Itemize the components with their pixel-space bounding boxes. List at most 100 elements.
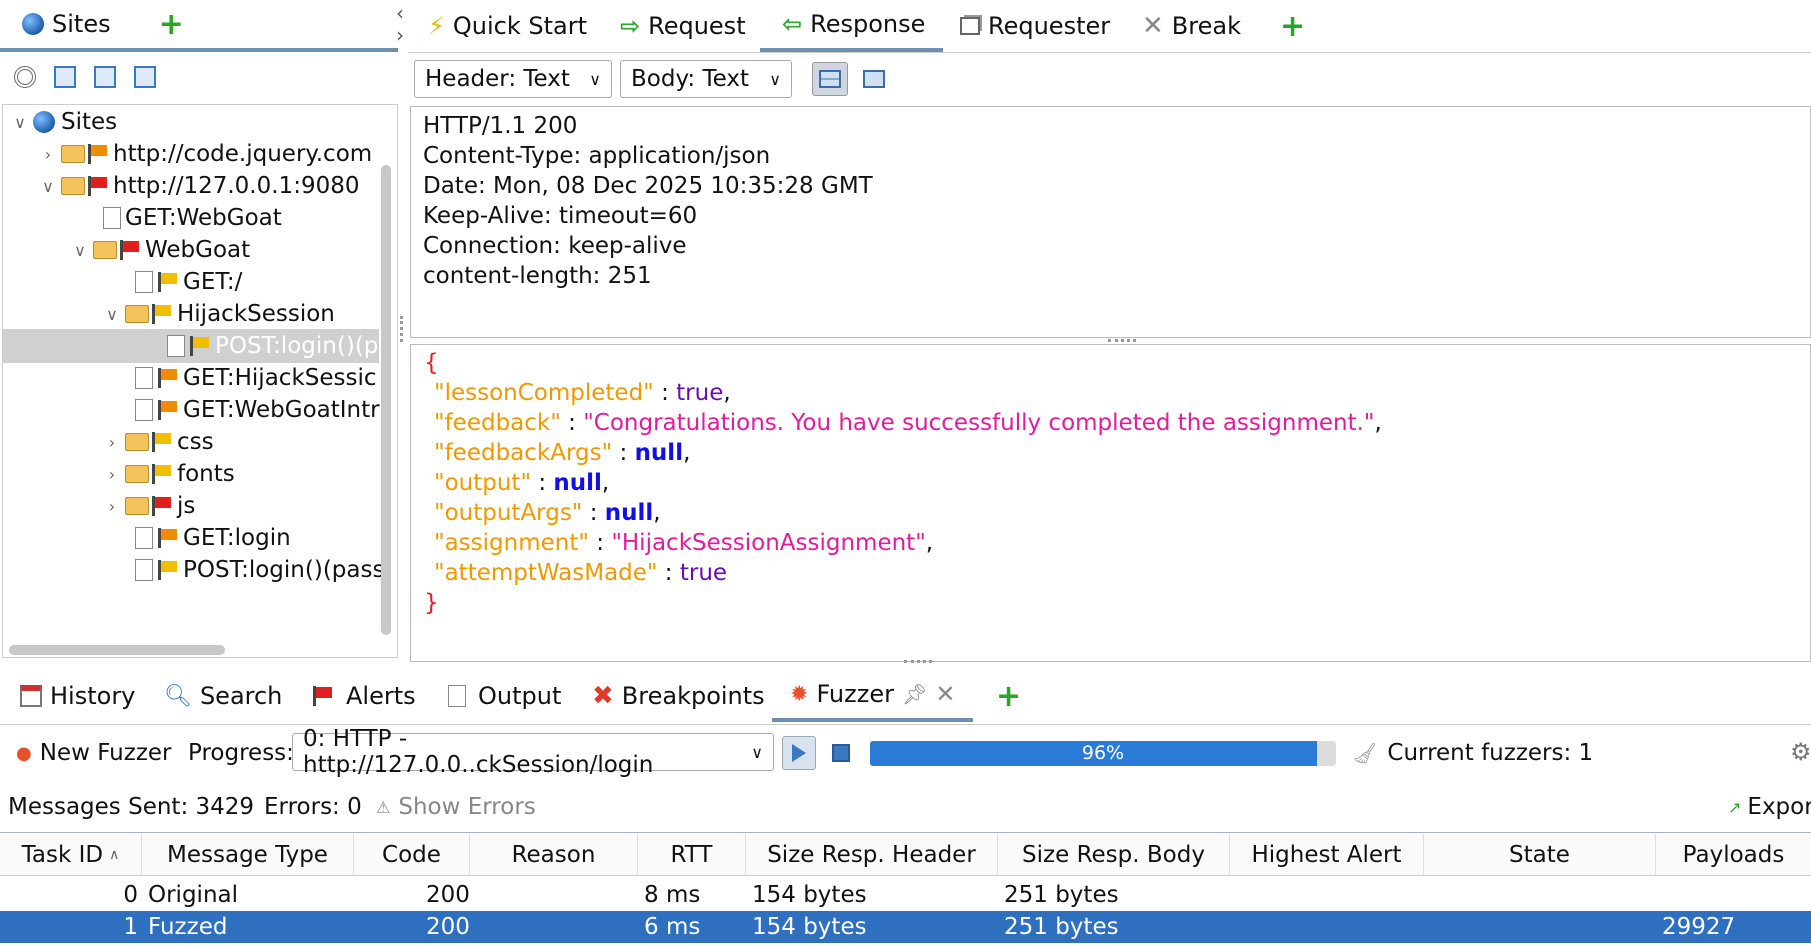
tree-label: GET:HijackSessic [183,365,377,391]
chevron-right-icon[interactable]: › [99,497,125,516]
document-icon [167,335,185,357]
column-header-highest-alert[interactable]: Highest Alert [1230,834,1424,876]
json-key: "feedbackArgs" [434,440,613,466]
tree-item[interactable]: GET:/ [135,265,242,299]
add-site-icon[interactable]: + [159,7,184,42]
tree-item[interactable]: GET:login [135,521,291,555]
resume-fuzzer-button[interactable] [782,736,816,770]
body-view-select[interactable]: Body: Text ∨ [620,60,792,98]
json-separator: : [560,410,584,436]
tree-item[interactable]: GET:WebGoatIntr [135,393,380,427]
tab-alerts[interactable]: Alerts [312,670,416,722]
json-separator: : [653,380,677,406]
tab-sites[interactable]: Sites + [0,0,398,52]
column-header-message-type[interactable]: Message Type [142,834,354,876]
tab-response[interactable]: ⇦ Response [760,0,944,52]
add-bottom-tab-button[interactable]: + [996,670,1021,722]
stop-fuzzer-button[interactable] [832,744,850,762]
json-value: "HijackSessionAssignment" [611,530,926,556]
tab-output[interactable]: Output [448,670,561,722]
tree-item[interactable]: › fonts [99,457,235,491]
settings-gear-icon[interactable]: ⚙ [1790,738,1811,766]
collapse-panel-icon[interactable]: ‹ › [396,2,404,46]
json-close-brace: } [424,590,439,616]
target-icon[interactable] [14,66,36,88]
chevron-down-icon[interactable]: ∨ [35,177,61,196]
table-row[interactable] [0,879,1811,911]
json-value: null [553,470,602,496]
tab-search[interactable]: 🔍︎ Search [164,670,282,722]
tab-request[interactable]: ⇨ Request [620,0,746,52]
tab-fuzzer[interactable]: ✹ Fuzzer 📌︎ ✕ [772,670,974,722]
vertical-splitter-handle[interactable] [400,316,406,342]
tree-item[interactable]: GET:WebGoat [103,201,282,235]
tree-item[interactable]: GET:HijackSessic [135,361,377,395]
header-line: Keep-Alive: timeout=60 [423,203,698,229]
tab-break[interactable]: ✕ Break [1142,0,1241,52]
json-key: "output" [434,470,532,496]
flag-icon [151,496,173,516]
json-comma: , [925,530,934,556]
new-fuzzer-button[interactable]: ● New Fuzzer [16,738,172,768]
split-tabs-layout-button[interactable] [856,62,892,96]
column-header-task-id[interactable]: Task ID ∧ [0,834,142,876]
response-header-pane[interactable]: HTTP/1.1 200 Content-Type: application/j… [410,106,1811,338]
horizontal-splitter-handle[interactable] [1108,339,1136,343]
tab-label: Response [810,10,926,38]
column-header-state[interactable]: State [1424,834,1656,876]
tab-breakpoints[interactable]: ✖ Breakpoints [592,670,765,722]
tree-item[interactable]: ∨ http://127.0.0.1:9080 [35,169,359,203]
tree-vertical-scrollbar[interactable] [381,165,391,635]
new-context-icon[interactable] [54,66,76,88]
column-header-size-resp-body[interactable]: Size Resp. Body [998,834,1230,876]
import-context-icon[interactable] [94,66,116,88]
pin-icon[interactable]: 📌︎ [902,682,927,706]
column-header-code[interactable]: Code [354,834,470,876]
json-separator: : [531,470,554,496]
tab-label: Fuzzer [816,680,894,708]
split-horizontal-layout-button[interactable] [812,62,848,96]
tree-item[interactable]: POST:login()(pass [135,553,384,587]
add-tab-button[interactable]: + [1280,0,1305,52]
table-row-selected[interactable] [0,911,1811,943]
tree-root-sites[interactable]: ∨ Sites [7,105,117,139]
json-key: "attemptWasMade" [434,560,658,586]
tree-label: GET:WebGoat [125,205,282,231]
chevron-down-icon[interactable]: ∨ [99,305,125,324]
chevron-right-icon[interactable]: › [99,433,125,452]
tree-item[interactable]: › http://code.jquery.com [35,137,372,171]
tab-sites-label: Sites [52,10,111,38]
tree-item[interactable]: ∨ WebGoat [67,233,250,267]
tab-quick-start[interactable]: ⚡ Quick Start [428,0,587,52]
tab-history[interactable]: History [20,670,135,722]
tree-item[interactable]: ∨ HijackSession [99,297,335,331]
show-errors-label: Show Errors [398,794,536,820]
tree-horizontal-scrollbar[interactable] [9,645,225,655]
chevron-right-icon[interactable]: › [35,145,61,164]
chevron-down-icon[interactable]: ∨ [67,241,93,260]
tree-item-selected[interactable]: POST:login()(p [167,329,378,363]
tree-item[interactable]: › js [99,489,196,523]
json-comma: , [683,440,691,466]
tab-label: Search [199,682,283,710]
show-errors-button[interactable]: ⚠ Show Errors [376,792,536,822]
sort-ascending-icon: ∧ [109,847,120,863]
column-header-rtt[interactable]: RTT [638,834,746,876]
json-separator: : [582,500,605,526]
column-header-size-resp-header[interactable]: Size Resp. Header [746,834,998,876]
flag-icon [157,528,179,548]
column-header-payloads[interactable]: Payloads [1656,834,1811,876]
progress-select[interactable]: 0: HTTP - http://127.0.0..ckSession/logi… [292,726,774,778]
export-context-icon[interactable] [134,66,156,88]
tab-requester[interactable]: Requester [960,0,1110,52]
folder-icon [93,241,117,259]
chevron-right-icon[interactable]: › [99,465,125,484]
tree-item[interactable]: › css [99,425,214,459]
chevron-down-icon[interactable]: ∨ [7,113,33,132]
close-tab-icon[interactable]: ✕ [935,680,955,708]
column-header-reason[interactable]: Reason [470,834,638,876]
header-view-select[interactable]: Header: Text ∨ [414,60,612,98]
bottom-splitter-handle[interactable] [904,660,932,664]
export-button[interactable]: ↗ Expor [1728,792,1811,822]
json-separator: : [588,530,612,556]
